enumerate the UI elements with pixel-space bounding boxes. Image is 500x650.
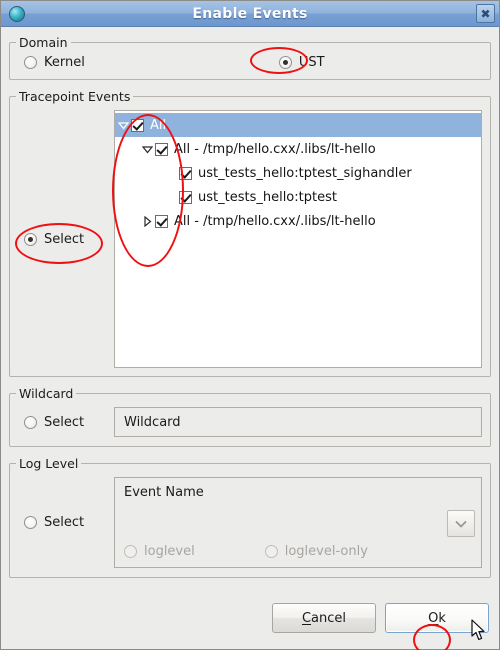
radio-domain-ust[interactable]: UST — [278, 55, 325, 70]
window-title: Enable Events — [192, 5, 308, 22]
loglevel-radio-row: loglevel loglevel-only — [124, 544, 368, 559]
title-bar: Enable Events ✖ — [1, 1, 499, 27]
ok-button[interactable]: Ok — [385, 603, 489, 633]
chevron-down-icon[interactable] — [447, 510, 475, 537]
radio-indicator — [124, 545, 137, 558]
tracepoint-events-group: Tracepoint Events Select All All - /tmp/… — [9, 89, 491, 377]
tree-row[interactable]: All - /tmp/hello.cxx/.libs/lt-hello — [115, 137, 481, 161]
enable-events-dialog: Enable Events ✖ Domain Kernel UST Tracep… — [0, 0, 500, 650]
wildcard-group: Wildcard Select Wildcard — [9, 386, 491, 447]
close-icon[interactable]: ✖ — [476, 4, 495, 23]
dialog-content: Domain Kernel UST Tracepoint Events Sele… — [1, 27, 499, 595]
checkbox[interactable] — [179, 190, 192, 204]
domain-legend: Domain — [19, 35, 68, 50]
radio-wildcard-select[interactable]: Select — [24, 415, 110, 430]
tree-row-label: ust_tests_hello:tptest — [198, 189, 337, 205]
radio-indicator — [264, 545, 278, 558]
radio-loglevel-only[interactable]: loglevel-only — [264, 544, 368, 559]
globe-icon — [9, 5, 25, 22]
tracepoint-tree[interactable]: All All - /tmp/hello.cxx/.libs/lt-hello … — [114, 110, 482, 368]
tree-row[interactable]: ust_tests_hello:tptest — [115, 185, 481, 209]
ok-accel: O — [428, 610, 439, 626]
radio-label: loglevel — [144, 544, 195, 559]
loglevel-legend: Log Level — [19, 456, 79, 471]
tree-row-label: ust_tests_hello:tptest_sighandler — [198, 165, 412, 181]
radio-indicator — [24, 516, 37, 529]
radio-loglevel[interactable]: loglevel — [124, 544, 195, 559]
radio-label: Kernel — [44, 55, 85, 70]
checkbox[interactable] — [155, 214, 168, 228]
tracepoint-body: Select All All - /tmp/hello.cxx/.libs/lt… — [10, 104, 490, 376]
radio-loglevel-select[interactable]: Select — [24, 515, 84, 530]
tree-row-label: All - /tmp/hello.cxx/.libs/lt-hello — [174, 213, 376, 229]
checkbox[interactable] — [155, 142, 168, 156]
radio-indicator — [24, 56, 37, 69]
tracepoint-legend: Tracepoint Events — [19, 89, 131, 104]
chevron-down-icon[interactable] — [139, 141, 155, 157]
tree-row[interactable]: All - /tmp/hello.cxx/.libs/lt-hello — [115, 209, 481, 233]
checkbox[interactable] — [179, 166, 192, 180]
radio-label: loglevel-only — [284, 544, 368, 559]
loglevel-body: Select Event Name loglevel loglevel-only — [10, 471, 490, 577]
wildcard-body: Select Wildcard — [10, 401, 490, 446]
event-name-label: Event Name — [124, 485, 204, 500]
chevron-right-icon[interactable] — [139, 213, 155, 229]
domain-body: Kernel UST — [10, 50, 490, 79]
radio-indicator — [24, 415, 37, 429]
dialog-button-bar: Cancel Ok — [1, 595, 499, 649]
ok-rest: k — [438, 610, 446, 626]
radio-domain-kernel[interactable]: Kernel — [24, 55, 85, 70]
wildcard-legend: Wildcard — [19, 386, 74, 401]
domain-group: Domain Kernel UST — [9, 35, 491, 80]
radio-indicator — [24, 232, 37, 246]
loglevel-select-area: Select — [18, 477, 110, 568]
wildcard-select-area: Select — [18, 415, 110, 430]
radio-label: Select — [44, 231, 85, 247]
checkbox[interactable] — [131, 118, 144, 132]
tracepoint-select-area: Select — [18, 110, 110, 368]
radio-indicator — [278, 56, 292, 69]
wildcard-input[interactable]: Wildcard — [114, 407, 482, 437]
radio-tracepoint-select[interactable]: Select — [24, 232, 84, 247]
cancel-accel: C — [301, 610, 312, 626]
tree-row[interactable]: All — [115, 113, 481, 137]
tree-row-label: All - /tmp/hello.cxx/.libs/lt-hello — [174, 141, 376, 157]
tree-row[interactable]: ust_tests_hello:tptest_sighandler — [115, 161, 481, 185]
tree-row-label: All — [150, 117, 167, 133]
cancel-rest: ancel — [311, 610, 347, 626]
radio-label: Select — [44, 414, 85, 430]
loglevel-group: Log Level Select Event Name loglevel log… — [9, 456, 491, 578]
cancel-button[interactable]: Cancel — [272, 603, 376, 633]
chevron-down-icon[interactable] — [115, 117, 131, 133]
radio-label: Select — [44, 515, 85, 530]
loglevel-panel: Event Name loglevel loglevel-only — [114, 477, 482, 568]
radio-label: UST — [298, 55, 325, 70]
